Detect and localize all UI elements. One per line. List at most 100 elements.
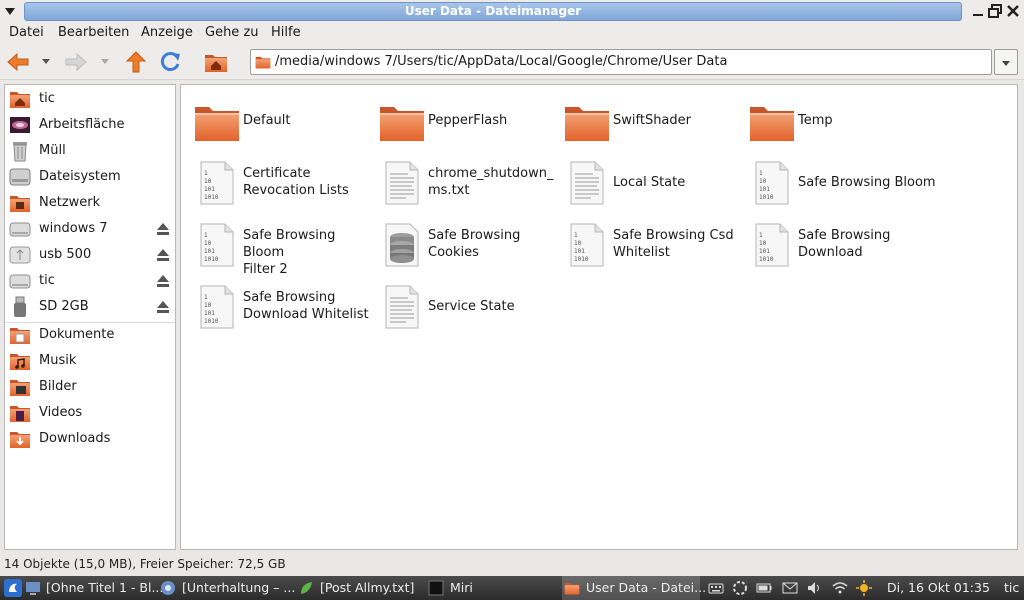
file-item-chrome-shutdown-ms[interactable]: chrome_shutdown_ ms.txt <box>370 157 555 209</box>
window-menu-icon[interactable] <box>2 3 18 19</box>
sidebar-item-label: Arbeitsfläche <box>39 117 125 132</box>
file-item-service-state[interactable]: Service State <box>370 281 555 333</box>
sidebar-item-label: Bilder <box>39 379 77 394</box>
sidebar-item-label: Downloads <box>39 431 111 446</box>
sidebar-item-musik[interactable]: Musik <box>5 348 175 374</box>
sidebar-item-label: Müll <box>39 143 66 158</box>
sidebar-item-label: SD 2GB <box>39 299 89 314</box>
file-item-default[interactable]: Default <box>185 95 370 147</box>
eject-icon[interactable] <box>156 300 170 314</box>
back-arrow-icon[interactable] <box>6 50 30 74</box>
update-notifier-icon[interactable] <box>732 580 748 596</box>
menu-gehe-zu[interactable]: Gehe zu <box>205 25 259 40</box>
file-item-pepperflash[interactable]: PepperFlash <box>370 95 555 147</box>
file-item-safe-browsing-download[interactable]: Safe Browsing Download <box>740 219 925 271</box>
maximize-icon[interactable] <box>987 3 1003 19</box>
battery-icon[interactable] <box>756 580 772 596</box>
back-history-dropdown-icon[interactable] <box>41 56 51 66</box>
binary-file-icon <box>193 223 241 267</box>
start-menu-icon[interactable] <box>4 579 22 597</box>
close-icon[interactable] <box>1005 3 1021 19</box>
file-item-safe-browsing-download-whitelist[interactable]: Safe Browsing Download Whitelist <box>185 281 370 333</box>
home-folder-icon[interactable] <box>204 50 228 74</box>
binary-file-icon <box>193 285 241 329</box>
sidebar-item-label: tic <box>39 91 55 106</box>
sidebar-item-windows-7[interactable]: windows 7 <box>5 216 175 242</box>
keyboard-icon[interactable] <box>708 580 724 596</box>
trash-icon <box>13 142 27 162</box>
sidebar-item-sd-2gb[interactable]: SD 2GB <box>5 294 175 320</box>
file-label: Local State <box>613 175 686 190</box>
chat-app-icon <box>161 581 175 595</box>
taskbar-clock[interactable]: Di, 16 Okt 01:35 <box>887 580 990 595</box>
file-item-safe-browsing-csd-whitelist[interactable]: Safe Browsing Csd Whitelist <box>555 219 740 271</box>
taskbar-item-miri[interactable]: Miri <box>426 576 556 600</box>
sidebar-item-videos[interactable]: Videos <box>5 400 175 426</box>
menu-hilfe[interactable]: Hilfe <box>271 25 301 40</box>
file-label: Default <box>243 113 291 128</box>
mail-icon[interactable] <box>782 580 798 596</box>
usb-drive-icon <box>9 246 31 264</box>
taskbar-user[interactable]: tic <box>1004 580 1019 595</box>
sidebar-item-label: tic <box>39 273 55 288</box>
show-desktop-icon[interactable] <box>25 580 41 596</box>
menu-datei[interactable]: Datei <box>9 25 44 40</box>
file-item-swiftshader[interactable]: SwiftShader <box>555 95 740 147</box>
menu-anzeige[interactable]: Anzeige <box>141 25 193 40</box>
sidebar-item-bilder[interactable]: Bilder <box>5 374 175 400</box>
file-label: Safe Browsing Cookies <box>428 228 521 260</box>
sidebar-item-home[interactable]: tic <box>5 86 175 112</box>
reload-icon[interactable] <box>158 50 182 74</box>
text-file-icon <box>378 161 426 205</box>
file-label: Certificate Revocation Lists <box>243 166 349 198</box>
file-view[interactable]: Default PepperFlash SwiftShader Temp Cer… <box>180 84 1018 550</box>
sidebar-item-label: Netzwerk <box>39 195 101 210</box>
forward-arrow-icon[interactable] <box>64 50 88 74</box>
sidebar-item-label: Videos <box>39 405 83 420</box>
sidebar-item-dokumente[interactable]: Dokumente <box>5 322 175 348</box>
volume-icon[interactable] <box>806 580 822 596</box>
forward-history-dropdown-icon[interactable] <box>100 56 110 66</box>
status-bar: 14 Objekte (15,0 MB), Freier Speicher: 7… <box>0 554 1024 576</box>
folder-icon <box>378 99 426 143</box>
binary-file-icon <box>563 223 611 267</box>
file-item-safe-browsing-cookies[interactable]: Safe Browsing Cookies <box>370 219 555 271</box>
sidebar-item-label: Musik <box>39 353 77 368</box>
harddisk-icon <box>9 168 31 186</box>
desktop-icon <box>10 117 30 133</box>
taskbar-item-chat[interactable]: [Unterhaltung – ... <box>158 576 295 600</box>
sidebar-item-desktop[interactable]: Arbeitsfläche <box>5 112 175 138</box>
sidebar-item-trash[interactable]: Müll <box>5 138 175 164</box>
sidebar-item-tic-drive[interactable]: tic <box>5 268 175 294</box>
taskbar-item-file-manager[interactable]: User Data - Datei... <box>562 576 706 600</box>
file-label: Safe Browsing Bloom Filter 2 <box>243 228 336 277</box>
eject-icon[interactable] <box>156 248 170 262</box>
downloads-folder-icon <box>9 428 31 450</box>
sidebar-item-label: usb 500 <box>39 247 92 262</box>
music-folder-icon <box>9 350 31 372</box>
file-item-safe-browsing-bloom-filter-2[interactable]: Safe Browsing Bloom Filter 2 <box>185 219 370 277</box>
eject-icon[interactable] <box>156 222 170 236</box>
sidebar-item-downloads[interactable]: Downloads <box>5 426 175 452</box>
file-item-safe-browsing-bloom[interactable]: Safe Browsing Bloom <box>740 157 936 209</box>
address-bar[interactable]: /media/windows 7/Users/tic/AppData/Local… <box>250 49 992 75</box>
file-label: Safe Browsing Download <box>798 228 891 260</box>
taskbar-item-writer[interactable]: [Ohne Titel 1 - Bl... <box>44 576 163 600</box>
address-history-dropdown[interactable] <box>994 49 1018 75</box>
minimize-icon[interactable] <box>970 3 986 19</box>
binary-file-icon <box>748 223 796 267</box>
sidebar-item-label: Dateisystem <box>39 169 121 184</box>
sidebar-item-filesystem[interactable]: Dateisystem <box>5 164 175 190</box>
file-item-local-state[interactable]: Local State <box>555 157 740 209</box>
wifi-icon[interactable] <box>832 580 848 596</box>
file-item-temp[interactable]: Temp <box>740 95 925 147</box>
sidebar-item-network[interactable]: Netzwerk <box>5 190 175 216</box>
menu-bearbeiten[interactable]: Bearbeiten <box>58 25 129 40</box>
weather-sun-icon[interactable] <box>856 580 872 596</box>
up-arrow-icon[interactable] <box>124 50 148 74</box>
sidebar-item-usb-500[interactable]: usb 500 <box>5 242 175 268</box>
eject-icon[interactable] <box>156 274 170 288</box>
taskbar-item-label: [Ohne Titel 1 - Bl... <box>46 580 164 595</box>
taskbar-item-text-editor[interactable]: [Post Allmy.txt] <box>296 576 422 600</box>
file-item-certificate-revocation-lists[interactable]: Certificate Revocation Lists <box>185 157 370 209</box>
